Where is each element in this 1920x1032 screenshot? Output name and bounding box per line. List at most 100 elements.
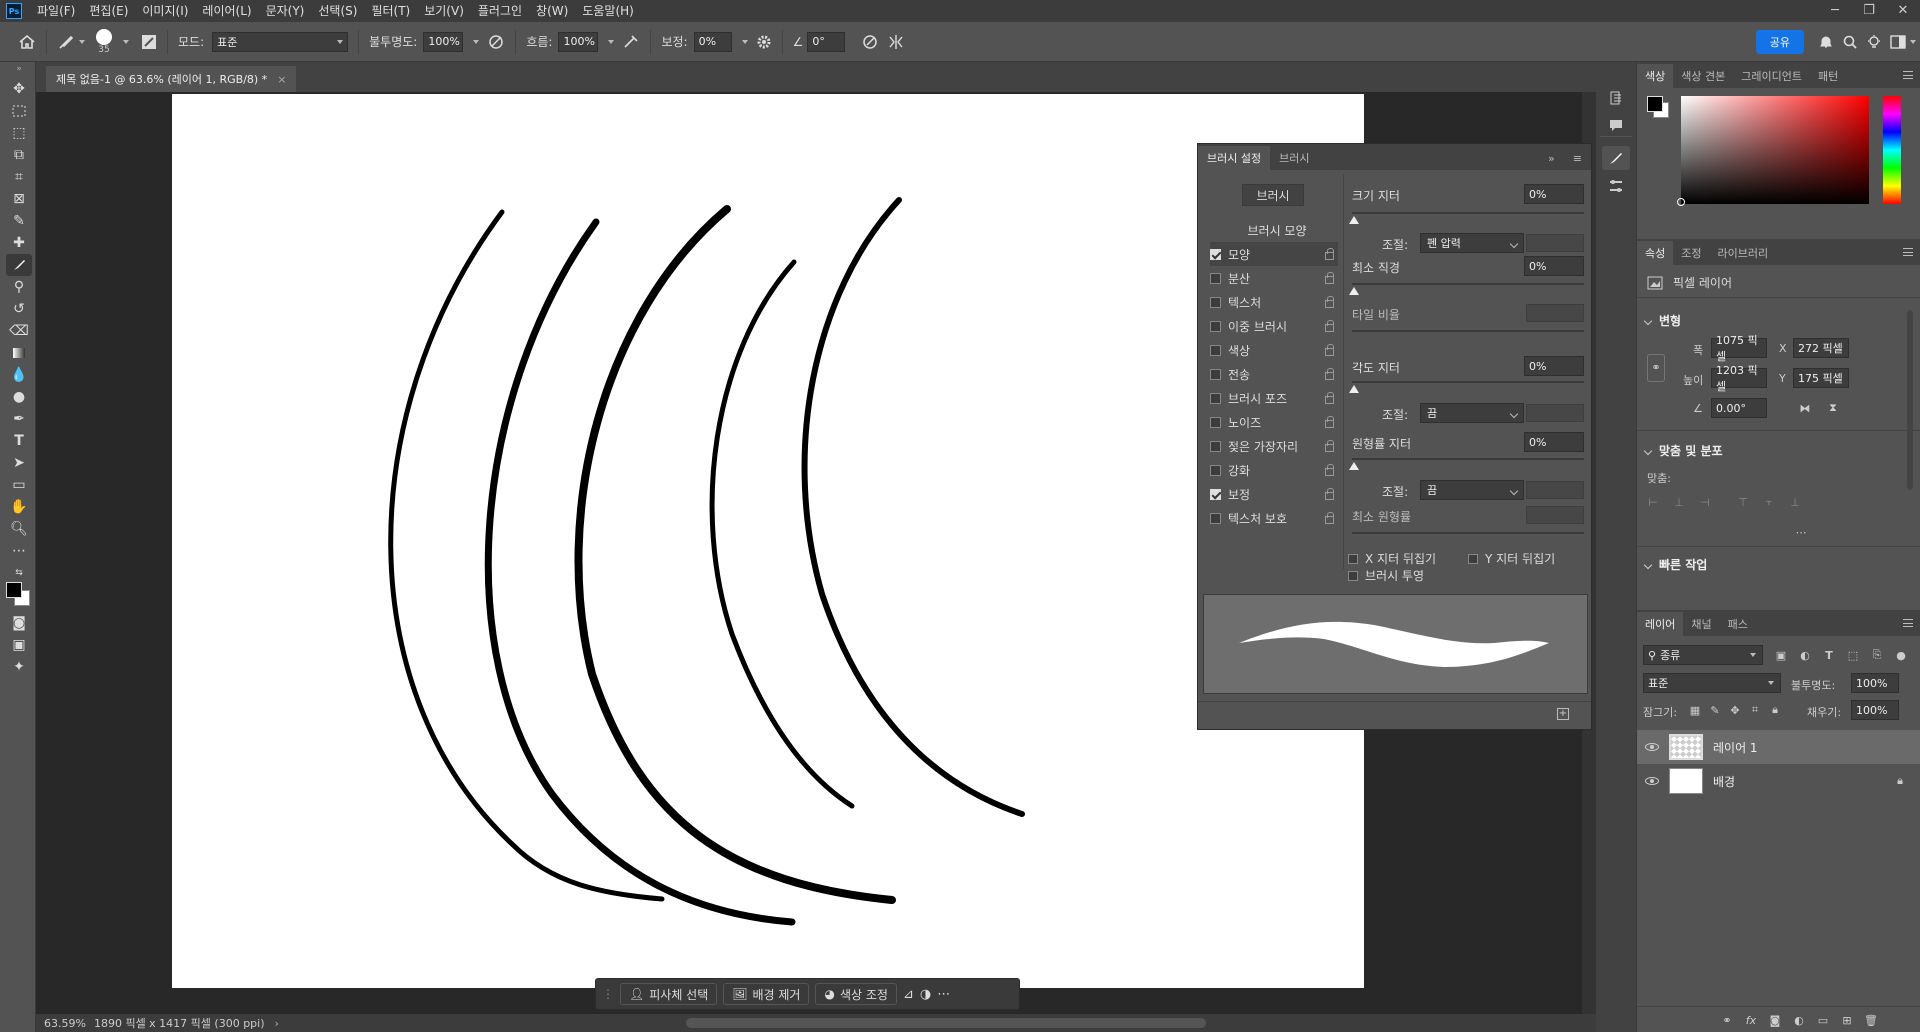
more-tools-icon[interactable]: ⋯: [6, 540, 32, 562]
menu-edit[interactable]: 편집(E): [82, 0, 135, 22]
slider-thumb[interactable]: [1349, 385, 1359, 393]
checkbox[interactable]: [1210, 320, 1221, 332]
pressure-size-icon[interactable]: [857, 22, 883, 62]
adjustment-layer-icon[interactable]: ◐: [1791, 1012, 1807, 1028]
lock-icon[interactable]: 🔒︎: [1897, 774, 1903, 788]
brush-settings-dock-button[interactable]: [1602, 146, 1630, 170]
brush-tip-shape-title[interactable]: 브러시 모양: [1212, 220, 1342, 242]
type-tool-icon[interactable]: T: [6, 430, 32, 452]
more-options-icon[interactable]: ⋯: [937, 987, 950, 1002]
roundness-jitter-slider[interactable]: [1352, 458, 1584, 460]
lock-icon[interactable]: [1325, 344, 1334, 356]
flip-vertical-icon[interactable]: ⧗: [1825, 400, 1841, 416]
angle-control-select[interactable]: 끔: [1420, 403, 1524, 423]
filter-adjustment-icon[interactable]: ◐: [1797, 647, 1813, 663]
checkbox[interactable]: [1210, 488, 1221, 500]
lock-icon[interactable]: [1325, 440, 1334, 452]
new-brush-icon[interactable]: +: [1557, 708, 1569, 720]
brush-tool-icon[interactable]: [6, 254, 32, 276]
link-layers-icon[interactable]: ⚭: [1719, 1012, 1735, 1028]
lock-all-icon[interactable]: 🔒︎: [1767, 702, 1783, 718]
tab-properties[interactable]: 속성: [1637, 241, 1674, 265]
filter-shape-icon[interactable]: ⬚: [1845, 647, 1861, 663]
brush-settings-toggle-icon[interactable]: [137, 22, 161, 62]
object-select-tool-icon[interactable]: ⬚: [6, 122, 32, 144]
angle-jitter-slider[interactable]: [1352, 381, 1584, 383]
layer-name[interactable]: 배경: [1713, 773, 1735, 790]
checkbox[interactable]: [1348, 553, 1358, 564]
option-wet-edges[interactable]: 젖은 가장자리: [1210, 434, 1338, 458]
size-jitter-slider[interactable]: [1352, 212, 1584, 214]
option-dual-brush[interactable]: 이중 브러시: [1210, 314, 1338, 338]
remove-background-button[interactable]: 🖼︎ 배경 제거: [723, 983, 810, 1005]
checkbox[interactable]: [1210, 440, 1221, 452]
blur-tool-icon[interactable]: 💧: [6, 364, 32, 386]
lock-position-icon[interactable]: ✥: [1727, 702, 1743, 718]
document-tab[interactable]: 제목 없음-1 @ 63.6% (레이어 1, RGB/8) * ×: [46, 66, 297, 92]
menu-type[interactable]: 문자(Y): [259, 0, 312, 22]
drag-handle-icon[interactable]: ⋮: [602, 987, 614, 1001]
lock-icon[interactable]: [1325, 368, 1334, 380]
checkbox[interactable]: [1348, 570, 1358, 581]
restore-icon[interactable]: ❐: [1852, 0, 1886, 22]
pressure-opacity-icon[interactable]: [483, 22, 509, 62]
panel-menu-icon[interactable]: [1903, 71, 1913, 79]
lock-icon[interactable]: [1325, 296, 1334, 308]
expand-toolbar-icon[interactable]: »: [6, 64, 32, 74]
checkbox[interactable]: [1468, 553, 1478, 564]
document-canvas[interactable]: [172, 94, 1364, 988]
slider-thumb[interactable]: [1349, 462, 1359, 470]
flip-y-option[interactable]: Y 지터 뒤집기: [1468, 550, 1555, 567]
smoothing-input[interactable]: 0%: [693, 31, 732, 52]
history-brush-tool-icon[interactable]: ↺: [6, 298, 32, 320]
tab-gradients[interactable]: 그레이디언트: [1733, 64, 1810, 88]
quick-actions-header[interactable]: 빠른 작업: [1643, 556, 1707, 573]
transform-section-header[interactable]: 변형: [1643, 312, 1681, 329]
quick-mask-icon[interactable]: ◙: [6, 612, 32, 634]
dodge-tool-icon[interactable]: ●: [6, 386, 32, 408]
option-smoothing[interactable]: 보정: [1210, 482, 1338, 506]
filter-toggle-icon[interactable]: ●: [1893, 647, 1909, 663]
brushes-button[interactable]: 브러시: [1242, 184, 1304, 206]
layer-opacity-input[interactable]: 100%: [1851, 673, 1899, 693]
option-texture[interactable]: 텍스처: [1210, 290, 1338, 314]
menu-help[interactable]: 도움말(H): [575, 0, 641, 22]
panel-menu-icon[interactable]: [1903, 619, 1913, 627]
comments-icon[interactable]: [1608, 118, 1624, 134]
hand-tool-icon[interactable]: ✋: [6, 496, 32, 518]
checkbox[interactable]: [1210, 416, 1221, 428]
align-bottom-icon[interactable]: ⊥: [1787, 494, 1803, 510]
mode-select[interactable]: 표준: [212, 31, 349, 52]
new-layer-icon[interactable]: ⊞: [1839, 1012, 1855, 1028]
slider-thumb[interactable]: [1349, 287, 1359, 295]
bell-icon[interactable]: [1814, 22, 1838, 62]
close-icon[interactable]: ✕: [1886, 0, 1920, 22]
filter-smart-object-icon[interactable]: ⎘: [1869, 647, 1885, 663]
flip-horizontal-icon[interactable]: ⧓: [1797, 400, 1813, 416]
collapse-icon[interactable]: »: [1539, 146, 1564, 170]
tab-swatches[interactable]: 색상 견본: [1673, 64, 1733, 88]
adjustment-icon[interactable]: ◑: [920, 987, 931, 1002]
align-center-icon[interactable]: ⊥: [1671, 494, 1687, 510]
chevron-down-icon[interactable]: [473, 39, 480, 44]
filter-pixel-icon[interactable]: ▣: [1773, 647, 1789, 663]
healing-brush-tool-icon[interactable]: ✚: [6, 232, 32, 254]
lock-icon[interactable]: [1325, 272, 1334, 284]
hue-slider[interactable]: [1883, 96, 1901, 204]
brush-size-picker[interactable]: 35: [89, 22, 119, 62]
pen-tool-icon[interactable]: ✒: [6, 408, 32, 430]
zoom-level[interactable]: 63.59%: [44, 1017, 86, 1030]
checkbox[interactable]: [1210, 248, 1221, 260]
lock-transparent-icon[interactable]: ▦: [1687, 702, 1703, 718]
layer-row-layer-1[interactable]: 레이어 1: [1637, 730, 1920, 764]
slider-thumb[interactable]: [1349, 216, 1359, 224]
generative-icon[interactable]: ✦: [6, 656, 32, 678]
align-left-icon[interactable]: ⊢: [1645, 494, 1661, 510]
link-icon[interactable]: ⚭: [1647, 354, 1665, 382]
size-control-select[interactable]: 펜 압력: [1420, 233, 1524, 253]
menu-select[interactable]: 선택(S): [311, 0, 364, 22]
tab-libraries[interactable]: 라이브러리: [1710, 241, 1777, 265]
min-diameter-input[interactable]: 0%: [1524, 256, 1584, 276]
history-icon[interactable]: [1608, 90, 1624, 106]
lock-icon[interactable]: [1325, 512, 1334, 524]
